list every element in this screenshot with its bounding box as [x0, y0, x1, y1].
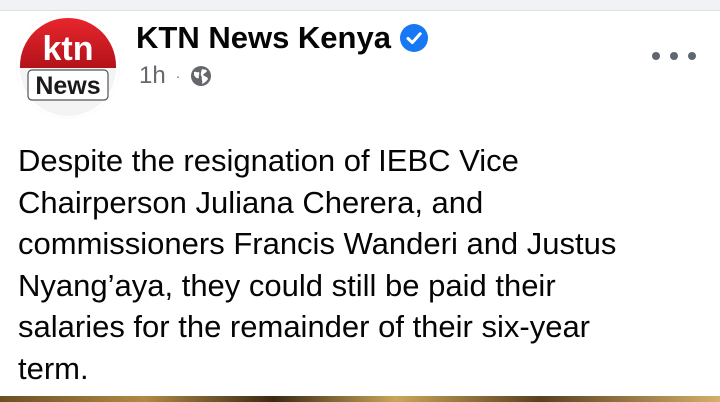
post-header: ktn News KTN News Kenya 1h · [16, 14, 706, 124]
ktn-news-logo: ktn News [16, 14, 120, 118]
post-body-text: Despite the resignation of IEBC Vice Cha… [18, 143, 617, 386]
post-meta: 1h · [139, 62, 213, 90]
verified-badge-icon [399, 24, 428, 52]
globe-icon[interactable] [189, 64, 213, 88]
more-options-icon [652, 52, 660, 60]
attached-image-edge[interactable] [0, 396, 720, 402]
page-name-link[interactable]: KTN News Kenya [136, 20, 391, 56]
more-options-button[interactable] [652, 44, 696, 68]
logo-top-text: ktn [43, 30, 94, 68]
more-options-icon [670, 52, 678, 60]
name-row: KTN News Kenya [136, 20, 428, 56]
meta-separator: · [175, 68, 181, 84]
logo-bottom-text: News [35, 72, 100, 100]
post-timestamp[interactable]: 1h [139, 62, 166, 90]
feed-divider [0, 0, 720, 11]
more-options-icon [688, 52, 696, 60]
page-avatar[interactable]: ktn News [16, 14, 120, 118]
